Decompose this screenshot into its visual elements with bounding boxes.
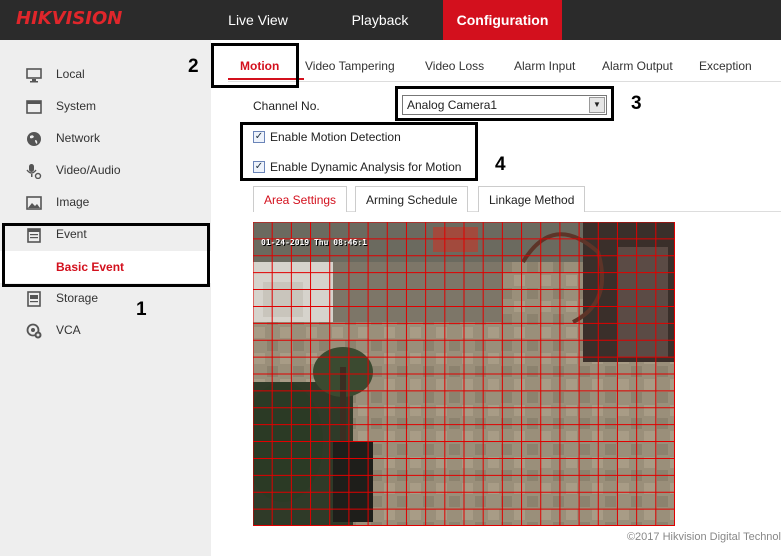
callout-box-3	[395, 86, 614, 121]
sidebar-item-image[interactable]: Image	[0, 187, 211, 219]
storage-icon	[27, 291, 41, 307]
tab-video-loss[interactable]: Video Loss	[425, 59, 484, 73]
sidebar-item-vca[interactable]: VCA	[0, 315, 211, 347]
callout-number-2: 2	[188, 56, 199, 77]
globe-icon	[27, 132, 41, 146]
motion-detection-grid[interactable]	[253, 222, 675, 526]
callout-box-1	[2, 223, 210, 287]
tab-alarm-input[interactable]: Alarm Input	[514, 59, 575, 73]
nav-live-view[interactable]: Live View	[212, 0, 304, 40]
sidebar-item-label: System	[56, 99, 97, 113]
sidebar-item-label: Image	[56, 195, 90, 209]
callout-box-2	[211, 43, 299, 88]
sidebar-item-label: Video/Audio	[56, 163, 121, 177]
hikvision-logo: HIKVISION	[16, 8, 123, 29]
callout-box-4	[240, 122, 478, 181]
tab-video-tampering[interactable]: Video Tampering	[305, 59, 395, 73]
top-bar: HIKVISION Live View Playback Configurati…	[0, 0, 781, 40]
monitor-icon	[26, 68, 42, 83]
mic-icon	[26, 164, 42, 179]
sidebar-item-network[interactable]: Network	[0, 123, 211, 155]
image-icon	[26, 196, 42, 210]
event-tabs: Motion Video Tampering Video Loss Alarm …	[228, 52, 781, 82]
sidebar-item-local[interactable]: Local	[0, 59, 211, 91]
subtab-linkage-method[interactable]: Linkage Method	[478, 186, 586, 212]
sidebar-item-label: Storage	[56, 291, 99, 305]
nav-playback[interactable]: Playback	[334, 0, 426, 40]
sidebar-item-system[interactable]: System	[0, 91, 211, 123]
motion-subtabs: Area Settings Arming Schedule Linkage Me…	[253, 186, 781, 212]
tab-alarm-output[interactable]: Alarm Output	[602, 59, 673, 73]
callout-number-1: 1	[136, 299, 147, 320]
sidebar-item-label: VCA	[56, 323, 81, 337]
sidebar-item-storage[interactable]: Storage	[0, 283, 211, 315]
nav-configuration[interactable]: Configuration	[443, 0, 562, 40]
sidebar-item-label: Local	[56, 67, 85, 81]
sidebar: Local System Network Video/Audio Image E…	[0, 40, 211, 556]
copyright: ©2017 Hikvision Digital Technol	[626, 531, 781, 543]
subtab-area-settings[interactable]: Area Settings	[253, 186, 348, 212]
video-timestamp: 01-24-2019 Thu 08:46:1	[261, 238, 367, 247]
vca-icon	[26, 323, 42, 339]
camera-preview[interactable]: 01-24-2019 Thu 08:46:1	[253, 222, 675, 526]
sidebar-item-video-audio[interactable]: Video/Audio	[0, 155, 211, 187]
sidebar-item-label: Network	[56, 131, 101, 145]
subtab-arming-schedule[interactable]: Arming Schedule	[355, 186, 469, 212]
system-icon	[26, 100, 42, 114]
channel-label: Channel No.	[253, 99, 320, 113]
tab-exception[interactable]: Exception	[699, 59, 752, 73]
callout-number-4: 4	[495, 154, 506, 175]
callout-number-3: 3	[631, 93, 642, 114]
